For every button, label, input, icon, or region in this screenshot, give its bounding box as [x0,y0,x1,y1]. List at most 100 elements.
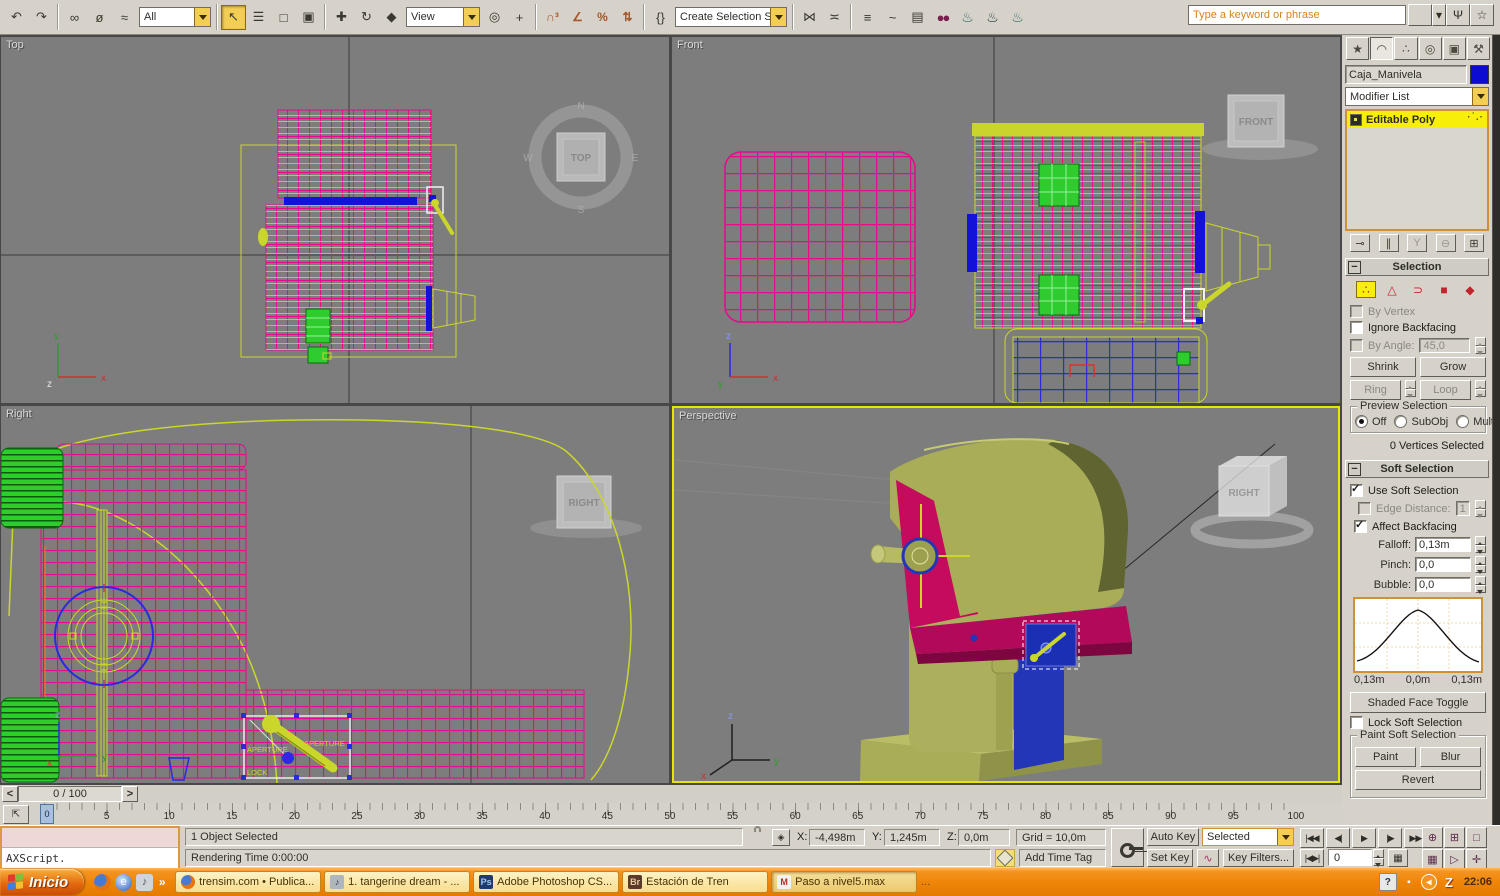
snap-toggle-icon[interactable]: ∩³ [540,5,565,30]
by-angle-field[interactable]: 45,0 [1419,338,1470,353]
task-tangerine-dream[interactable]: ♪ 1. tangerine dream - ... [324,871,470,893]
affect-backfacing-checkbox[interactable] [1354,520,1367,533]
pinch-spinner[interactable] [1475,556,1486,573]
select-and-scale-icon[interactable]: ◆ [379,5,404,30]
modifier-visibility-icon[interactable] [1350,114,1362,126]
time-slider-next-button[interactable]: > [122,786,138,802]
next-frame-button[interactable]: |▶ [1378,828,1402,848]
task-trensim[interactable]: trensim.com • Publica... [175,871,321,893]
key-filters-button[interactable]: Key Filters... [1223,849,1294,867]
preview-off-radio[interactable] [1355,415,1368,428]
select-by-name-icon[interactable]: ☰ [246,5,271,30]
falloff-spinner[interactable] [1475,536,1486,553]
grow-button[interactable]: Grow [1420,357,1486,377]
viewport-perspective[interactable]: Perspective RIGHT [672,406,1340,783]
viewport-right-label[interactable]: Right [6,408,32,420]
material-editor-icon[interactable]: ●● [930,5,955,30]
viewport-perspective-label[interactable]: Perspective [679,410,736,422]
prev-frame-button[interactable]: ◀| [1326,828,1350,848]
set-key-big-button[interactable] [1111,828,1144,867]
viewport-front-canvas[interactable]: FRONT [672,37,1340,403]
selection-filter-dropdown[interactable]: All [139,7,211,27]
edge-distance-checkbox[interactable] [1358,502,1371,515]
quick-render-type-icon[interactable]: ♨ [980,5,1005,30]
task-photoshop[interactable]: Ps Adobe Photoshop CS... [473,871,619,893]
modifier-stack[interactable]: Editable Poly [1345,109,1489,231]
layer-manager-icon[interactable]: ≡ [855,5,880,30]
task-estacion-de-tren[interactable]: Br Estación de Tren [622,871,768,893]
viewport-top[interactable]: Top N E S W TOP [1,37,669,403]
object-name-field[interactable]: Caja_Manivela [1345,65,1467,84]
use-pivot-point-center-icon[interactable]: ◎ [482,5,507,30]
soft-selection-rollout-header[interactable]: Soft Selection [1345,460,1489,478]
tab-modify[interactable]: ◠ [1370,37,1393,60]
unlink-selection-icon[interactable]: ø [87,5,112,30]
tab-create[interactable]: ★ [1346,37,1369,60]
object-color-swatch[interactable] [1470,65,1489,84]
collapse-icon[interactable] [1348,463,1361,476]
tray-hide-icons-chevron[interactable]: ◂ [1421,874,1437,890]
tab-hierarchy[interactable]: ∴ [1394,37,1417,60]
rectangular-selection-region-icon[interactable]: □ [271,5,296,30]
tray-zonealarm-icon[interactable]: Z [1441,874,1457,890]
communicate-icon[interactable]: Ψ [1446,4,1470,26]
macro-recorder-row[interactable] [2,828,178,848]
y-coordinate-field[interactable]: 1,245m [884,829,940,846]
render-last-icon[interactable]: ♨ [1005,5,1030,30]
edit-named-selection-sets-icon[interactable]: {} [648,5,673,30]
preview-multi-radio[interactable] [1456,415,1469,428]
frame-marker[interactable]: 0 [40,804,54,824]
select-and-rotate-icon[interactable]: ↻ [354,5,379,30]
time-slider[interactable]: 0 / 100 [18,786,122,802]
key-mode-dropdown[interactable]: Selected [1202,828,1294,846]
schematic-view-icon[interactable]: ▤ [905,5,930,30]
chevron-down-icon[interactable] [1277,829,1293,845]
quicklaunch-player-icon[interactable]: ♪ [136,874,153,891]
auto-key-button[interactable]: Auto Key [1147,828,1199,846]
remove-modifier-button[interactable]: ⊖ [1436,234,1456,252]
named-selection-set-dropdown[interactable]: Create Selection Set [675,7,787,27]
paint-button[interactable]: Paint [1355,747,1416,767]
search-dropdown-arrow-icon[interactable]: ▾ [1432,4,1446,26]
redo-icon[interactable]: ↷ [29,5,54,30]
selection-rollout-header[interactable]: Selection [1345,258,1489,276]
start-button[interactable]: Inicio [0,869,84,895]
viewport-top-canvas[interactable]: N E S W TOP [1,37,669,403]
task-paso-a-nivel[interactable]: M Paso a nivel5.max [771,871,917,893]
show-end-result-button[interactable]: ∥ [1379,234,1399,252]
spinner-snap-icon[interactable]: ⇅ [615,5,640,30]
window-crossing-icon[interactable]: ▣ [296,5,321,30]
blur-button[interactable]: Blur [1420,747,1481,767]
go-to-start-button[interactable]: |◀◀ [1300,828,1324,848]
search-icon[interactable] [1408,4,1432,26]
help-search-input[interactable] [1188,5,1406,25]
tray-help-icon[interactable]: ? [1379,873,1397,891]
quicklaunch-browser-icon[interactable]: e [115,874,132,891]
zoom-all-icon[interactable]: ⊞ [1444,827,1465,848]
time-configuration-button[interactable]: ▦ [1388,849,1408,867]
render-scene-icon[interactable]: ♨ [955,5,980,30]
revert-button[interactable]: Revert [1355,770,1481,790]
collapse-icon[interactable] [1348,261,1361,274]
command-panel-scrollbar[interactable] [1492,35,1500,825]
track-bar[interactable]: ⇱ 05101520253035404550556065707580859095… [0,803,1342,826]
absolute-offset-toggle[interactable]: ◈ [772,829,790,846]
lock-soft-selection-checkbox[interactable] [1350,716,1363,729]
loop-button[interactable]: Loop [1420,380,1471,400]
by-vertex-checkbox[interactable] [1350,305,1363,318]
reference-coordinate-dropdown[interactable]: View [406,7,480,27]
viewport-perspective-canvas[interactable]: RIGHT [674,408,1338,781]
preview-subobj-radio[interactable] [1394,415,1407,428]
align-icon[interactable]: ≍ [822,5,847,30]
chevron-down-icon[interactable] [1472,88,1488,105]
viewport-front-label[interactable]: Front [677,39,703,51]
element-mode-button[interactable]: ◆ [1460,281,1480,298]
chevron-down-icon[interactable] [463,8,479,26]
ring-button[interactable]: Ring [1350,380,1401,400]
bubble-field[interactable]: 0,0 [1415,577,1471,592]
edge-mode-button[interactable]: △ [1382,281,1402,298]
bind-to-space-warp-icon[interactable]: ≈ [112,5,137,30]
percent-snap-icon[interactable]: % [590,5,615,30]
current-frame-field[interactable]: 0 [1328,849,1372,866]
viewport-front[interactable]: Front FRONT [672,37,1340,403]
